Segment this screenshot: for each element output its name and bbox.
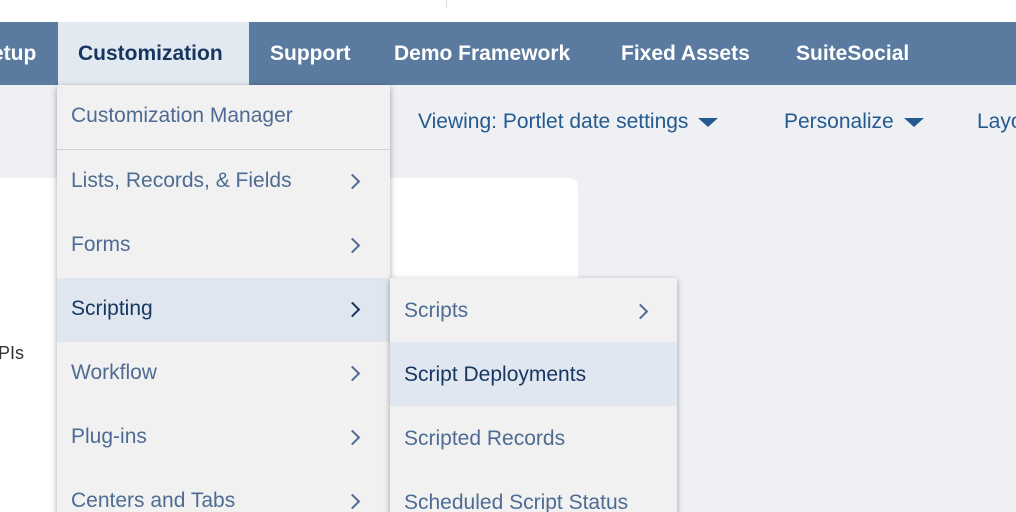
nav-item-suitesocial[interactable]: SuiteSocial (796, 22, 909, 85)
layout-dropdown[interactable]: Layo (977, 110, 1016, 134)
personalize-dropdown[interactable]: Personalize (784, 110, 924, 134)
viewing-dropdown[interactable]: Viewing: Portlet date settings (418, 110, 719, 134)
caret-down-icon (903, 117, 924, 127)
chevron-right-icon (344, 493, 361, 510)
submenu-item-scheduled-script-status[interactable]: Scheduled Script Status (390, 470, 677, 512)
portlet-text-line: KPIs (0, 343, 25, 363)
menu-item-label: Scripts (404, 299, 469, 322)
main-navbar: etup Customization Support Demo Framewor… (0, 22, 1016, 85)
viewing-label: Viewing: Portlet date settings (418, 110, 689, 133)
chevron-right-icon (344, 173, 361, 190)
menu-item-customization-manager[interactable]: Customization Manager (57, 85, 390, 149)
menu-item-label: Scheduled Script Status (404, 491, 629, 512)
menu-item-label: Scripting (71, 297, 153, 320)
nav-item-setup[interactable]: etup (0, 22, 54, 85)
nav-item-fixed-assets[interactable]: Fixed Assets (621, 22, 750, 85)
menu-item-label: Forms (71, 233, 131, 256)
submenu-item-scripts[interactable]: Scripts (390, 278, 677, 342)
chevron-right-icon (632, 303, 649, 320)
personalize-label: Personalize (784, 110, 894, 133)
nav-item-demo-framework[interactable]: Demo Framework (394, 22, 570, 85)
layout-label: Layo (977, 110, 1016, 133)
menu-item-label: Script Deployments (404, 363, 587, 386)
nav-item-support[interactable]: Support (270, 22, 350, 85)
chevron-right-icon (344, 237, 361, 254)
chevron-right-icon (344, 429, 361, 446)
submenu-item-script-deployments[interactable]: Script Deployments (390, 342, 677, 406)
menu-item-workflow[interactable]: Workflow (57, 342, 390, 406)
submenu-item-scripted-records[interactable]: Scripted Records (390, 406, 677, 470)
menu-item-centers-and-tabs[interactable]: Centers and Tabs (57, 470, 390, 512)
menu-item-label: Plug-ins (71, 425, 147, 448)
menu-item-scripting[interactable]: Scripting (57, 278, 390, 342)
menu-item-label: Workflow (71, 361, 157, 384)
nav-item-customization[interactable]: Customization (58, 22, 249, 85)
scripting-submenu: Scripts Script Deployments Scripted Reco… (390, 278, 677, 512)
top-strip-divider (446, 0, 447, 8)
caret-down-icon (698, 117, 719, 127)
menu-item-label: Scripted Records (404, 427, 566, 450)
menu-item-label: Lists, Records, & Fields (71, 169, 292, 192)
chevron-right-icon (344, 301, 361, 318)
menu-item-label: Customization Manager (71, 104, 293, 127)
menu-item-forms[interactable]: Forms (57, 214, 390, 278)
customization-menu: Customization Manager Lists, Records, & … (57, 85, 390, 512)
top-strip (0, 0, 1016, 22)
menu-item-plug-ins[interactable]: Plug-ins (57, 406, 390, 470)
chevron-right-icon (344, 365, 361, 382)
menu-item-label: Centers and Tabs (71, 489, 236, 512)
menu-item-lists-records-fields[interactable]: Lists, Records, & Fields (57, 150, 390, 214)
